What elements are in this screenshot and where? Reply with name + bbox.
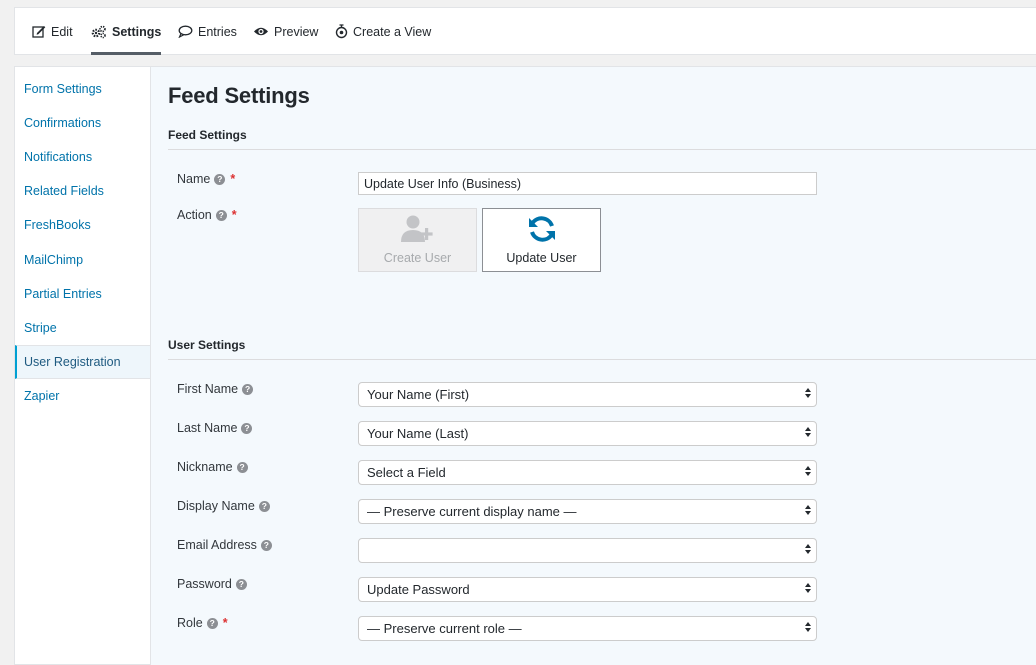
- select-arrows-icon: [805, 583, 811, 593]
- action-label: Action ? *: [177, 208, 237, 222]
- create-user-label: Create User: [383, 251, 452, 265]
- last-name-label-text: Last Name: [177, 421, 238, 435]
- help-icon[interactable]: ?: [242, 383, 254, 395]
- nickname-label: Nickname ?: [177, 460, 248, 474]
- edit-icon: [32, 25, 46, 38]
- sidebar-item-mailchimp[interactable]: MailChimp: [15, 243, 150, 277]
- select-arrows-icon: [805, 544, 811, 554]
- user-settings-section-title: User Settings: [168, 338, 246, 352]
- section-divider: [168, 149, 1036, 150]
- toolbar-settings[interactable]: Settings: [91, 8, 162, 55]
- gravityview-icon: [335, 24, 348, 39]
- help-icon[interactable]: ?: [241, 422, 253, 434]
- nickname-label-text: Nickname: [177, 460, 233, 474]
- help-icon[interactable]: ?: [258, 500, 270, 512]
- role-label: Role ? *: [177, 616, 228, 630]
- email-address-label: Email Address ?: [177, 538, 272, 552]
- required-marker: *: [222, 616, 228, 630]
- toolbar-edit[interactable]: Edit: [32, 8, 73, 55]
- password-label-text: Password: [177, 577, 232, 591]
- select-arrows-icon: [805, 466, 811, 476]
- sidebar-item-notifications[interactable]: Notifications: [15, 140, 150, 174]
- section-divider: [168, 359, 1036, 360]
- select-arrows-icon: [805, 427, 811, 437]
- display-name-select[interactable]: — Preserve current display name —: [358, 499, 817, 524]
- first-name-select-value: Your Name (First): [367, 387, 470, 402]
- toolbar-settings-label: Settings: [112, 24, 162, 39]
- name-label: Name ? *: [177, 172, 235, 186]
- help-icon[interactable]: ?: [235, 578, 247, 590]
- settings-sidebar: Form Settings Confirmations Notification…: [14, 66, 150, 665]
- first-name-label-text: First Name: [177, 382, 239, 396]
- toolbar-entries-label: Entries: [198, 24, 237, 39]
- sidebar-item-user-registration[interactable]: User Registration: [15, 345, 150, 379]
- comment-icon: [178, 25, 193, 38]
- password-select-value: Update Password: [367, 582, 470, 597]
- toolbar-create-view[interactable]: Create a View: [335, 8, 431, 55]
- email-address-label-text: Email Address: [177, 538, 257, 552]
- feed-settings-panel: Feed Settings Feed Settings Name ? * Act…: [150, 66, 1036, 665]
- required-marker: *: [231, 208, 237, 222]
- help-icon[interactable]: ?: [215, 209, 227, 221]
- display-name-label: Display Name ?: [177, 499, 270, 513]
- display-name-select-value: — Preserve current display name —: [367, 504, 577, 519]
- role-select-value: — Preserve current role —: [367, 621, 522, 636]
- sidebar-item-form-settings[interactable]: Form Settings: [15, 72, 150, 106]
- role-label-text: Role: [177, 616, 203, 630]
- role-select[interactable]: — Preserve current role —: [358, 616, 817, 641]
- refresh-icon: [527, 214, 557, 247]
- action-label-text: Action: [177, 208, 212, 222]
- select-arrows-icon: [805, 505, 811, 515]
- feed-settings-section-title: Feed Settings: [168, 128, 247, 142]
- sidebar-item-stripe[interactable]: Stripe: [15, 311, 150, 345]
- sidebar-item-partial-entries[interactable]: Partial Entries: [15, 277, 150, 311]
- last-name-select-value: Your Name (Last): [367, 426, 469, 441]
- sidebar-item-confirmations[interactable]: Confirmations: [15, 106, 150, 140]
- help-icon[interactable]: ?: [214, 173, 226, 185]
- create-user-option[interactable]: Create User: [358, 208, 477, 272]
- eye-icon: [253, 26, 269, 37]
- page-title: Feed Settings: [168, 83, 310, 108]
- select-arrows-icon: [805, 622, 811, 632]
- toolbar-edit-label: Edit: [51, 24, 73, 39]
- toolbar-preview[interactable]: Preview: [253, 8, 318, 55]
- help-icon[interactable]: ?: [236, 461, 248, 473]
- feed-name-input[interactable]: [358, 172, 817, 195]
- name-label-text: Name: [177, 172, 211, 186]
- update-user-label: Update User: [506, 251, 577, 265]
- add-user-icon: [400, 214, 436, 247]
- toolbar-create-view-label: Create a View: [353, 24, 432, 39]
- toolbar-preview-label: Preview: [274, 24, 319, 39]
- last-name-label: Last Name ?: [177, 421, 253, 435]
- help-icon[interactable]: ?: [260, 539, 272, 551]
- first-name-label: First Name ?: [177, 382, 254, 396]
- form-toolbar: Edit Settings Entries Preview Create a V…: [14, 7, 1036, 55]
- last-name-select[interactable]: Your Name (Last): [358, 421, 817, 446]
- sidebar-item-freshbooks[interactable]: FreshBooks: [15, 208, 150, 242]
- select-arrows-icon: [805, 388, 811, 398]
- password-label: Password ?: [177, 577, 247, 591]
- update-user-option[interactable]: Update User: [482, 208, 601, 272]
- sidebar-item-related-fields[interactable]: Related Fields: [15, 174, 150, 208]
- help-icon[interactable]: ?: [206, 617, 218, 629]
- nickname-select[interactable]: Select a Field: [358, 460, 817, 485]
- nickname-select-value: Select a Field: [367, 465, 446, 480]
- toolbar-entries[interactable]: Entries: [178, 8, 237, 55]
- first-name-select[interactable]: Your Name (First): [358, 382, 817, 407]
- display-name-label-text: Display Name: [177, 499, 255, 513]
- password-select[interactable]: Update Password: [358, 577, 817, 602]
- required-marker: *: [230, 172, 236, 186]
- sidebar-item-zapier[interactable]: Zapier: [15, 379, 150, 413]
- gears-icon: [91, 25, 107, 39]
- email-address-select[interactable]: [358, 538, 817, 563]
